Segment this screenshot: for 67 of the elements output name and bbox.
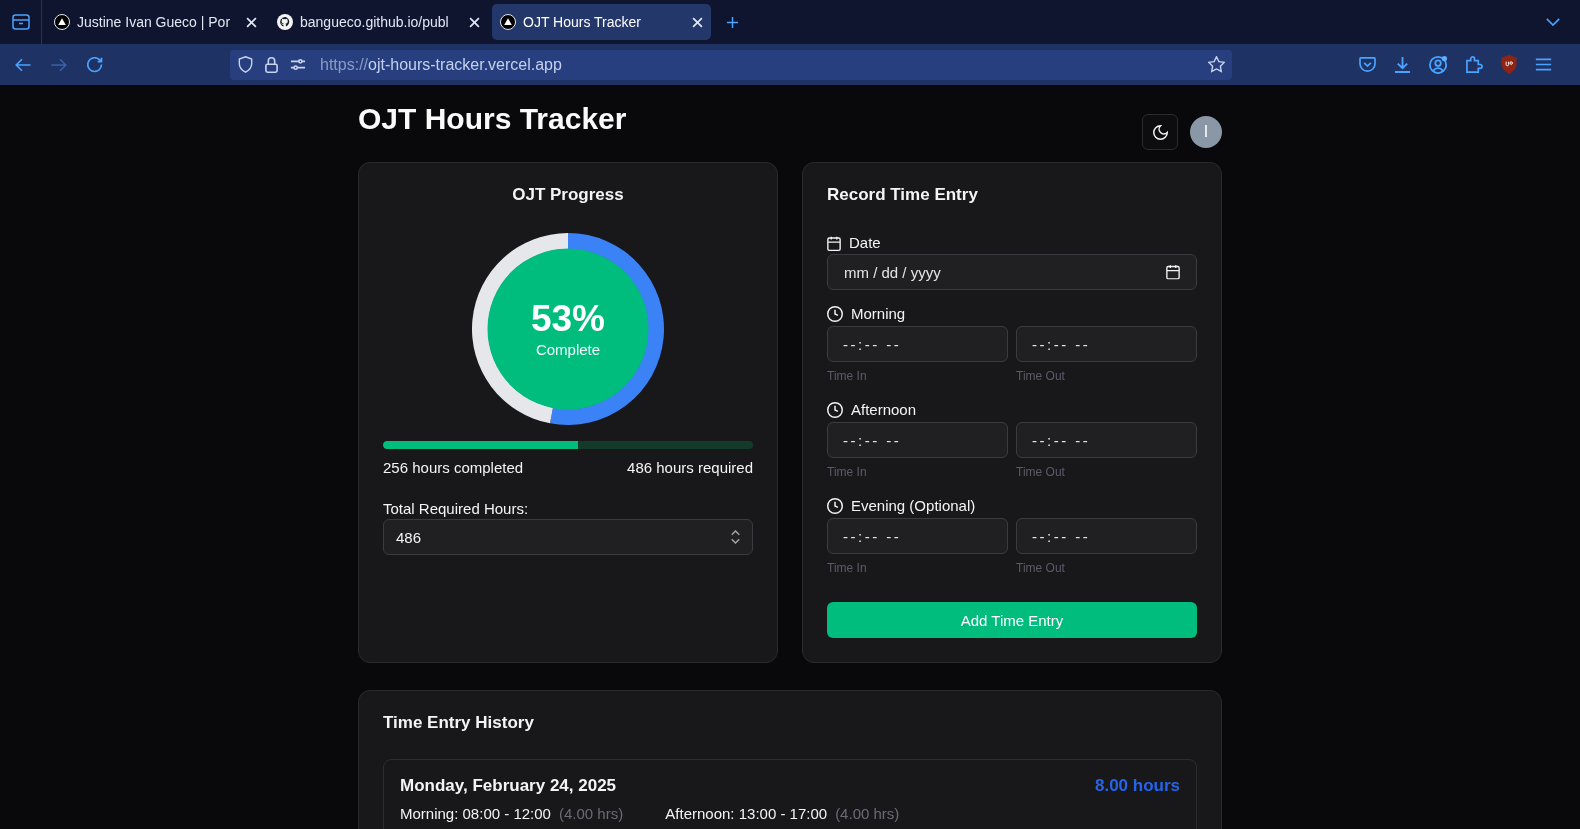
percent-value: 53% <box>530 299 606 339</box>
field-hint: Time Out <box>1016 464 1066 480</box>
hours-required: 486 hours required <box>627 458 753 478</box>
field-hint: Time In <box>827 560 868 576</box>
session-time: Afternoon: 13:00 - 17:00 <box>665 805 828 822</box>
star-icon[interactable] <box>1208 56 1225 73</box>
url-text: https://ojt-hours-tracker.vercel.app <box>320 55 563 74</box>
cat-logo-icon <box>277 14 293 30</box>
field-hint: Time In <box>827 368 868 384</box>
session-hours: (4.00 hrs) <box>835 805 900 822</box>
field-label: Evening (Optional) <box>851 496 976 516</box>
menu-icon[interactable] <box>1535 58 1552 71</box>
clock-icon <box>827 498 843 514</box>
plus-icon[interactable] <box>726 15 739 29</box>
clock-icon <box>827 402 843 418</box>
address-field[interactable]: https://ojt-hours-tracker.vercel.app <box>230 49 1232 80</box>
field-label: Morning <box>851 304 906 324</box>
lock-icon[interactable] <box>265 56 278 73</box>
card-title: OJT Progress <box>511 185 625 205</box>
close-icon[interactable] <box>246 16 257 28</box>
calendar-icon[interactable] <box>1166 264 1180 280</box>
shield-icon[interactable] <box>238 56 253 73</box>
time-input[interactable]: --:-- -- <box>827 422 1008 458</box>
back-icon[interactable] <box>15 57 31 72</box>
time-input[interactable]: --:-- -- <box>1016 326 1197 362</box>
session-hours: (4.00 hrs) <box>558 805 624 822</box>
field-label: Afternoon <box>851 400 917 420</box>
close-icon[interactable] <box>469 16 480 28</box>
theme-toggle-button[interactable] <box>1142 114 1178 150</box>
sliders-icon[interactable] <box>290 59 306 70</box>
field-hint: Time Out <box>1016 560 1066 576</box>
field-hint: Time Out <box>1016 368 1066 384</box>
browser-tab[interactable]: OJT Hours Tracker <box>492 4 711 40</box>
stepper-icon[interactable] <box>731 530 740 544</box>
reload-icon[interactable] <box>87 56 103 73</box>
field-hint: Time In <box>827 464 868 480</box>
card-title: Record Time Entry <box>827 185 979 205</box>
field-label: Date <box>849 233 881 253</box>
time-input[interactable]: --:-- -- <box>1016 518 1197 554</box>
time-input[interactable]: --:-- -- <box>827 326 1008 362</box>
triangle-logo-icon <box>500 14 516 30</box>
clock-icon <box>827 306 843 322</box>
page-title: OJT Hours Tracker <box>358 101 627 137</box>
chevron-down-icon[interactable] <box>1546 18 1560 26</box>
browser-tab[interactable]: Justine Ivan Gueco | Por <box>46 4 265 40</box>
close-icon[interactable] <box>692 16 703 28</box>
percent-caption: Complete <box>535 341 601 359</box>
hours-input[interactable]: 486 <box>383 519 753 555</box>
time-input[interactable]: --:-- -- <box>1016 422 1197 458</box>
field-label: Total Required Hours: <box>383 499 530 519</box>
browser-tab[interactable]: bangueco.github.io/publ <box>269 4 488 40</box>
triangle-logo-icon <box>54 14 70 30</box>
download-icon[interactable] <box>1394 56 1411 73</box>
entry-total: 8.00 hours <box>1094 776 1180 796</box>
account-icon[interactable] <box>1429 55 1448 74</box>
card-title: Time Entry History <box>383 713 535 733</box>
date-input[interactable]: mm / dd / yyyy <box>827 254 1197 290</box>
hours-completed: 256 hours completed <box>383 458 524 478</box>
tray-icon[interactable] <box>11 14 30 30</box>
pocket-icon[interactable] <box>1359 57 1376 72</box>
entry-date: Monday, February 24, 2025 <box>400 776 617 796</box>
calendar-icon <box>827 235 841 251</box>
session-time: Morning: 08:00 - 12:00 <box>400 805 551 822</box>
time-input[interactable]: --:-- -- <box>827 518 1008 554</box>
puzzle-icon[interactable] <box>1466 56 1483 73</box>
moon-icon <box>1152 124 1168 140</box>
shield-logo-icon[interactable] <box>1501 55 1517 74</box>
